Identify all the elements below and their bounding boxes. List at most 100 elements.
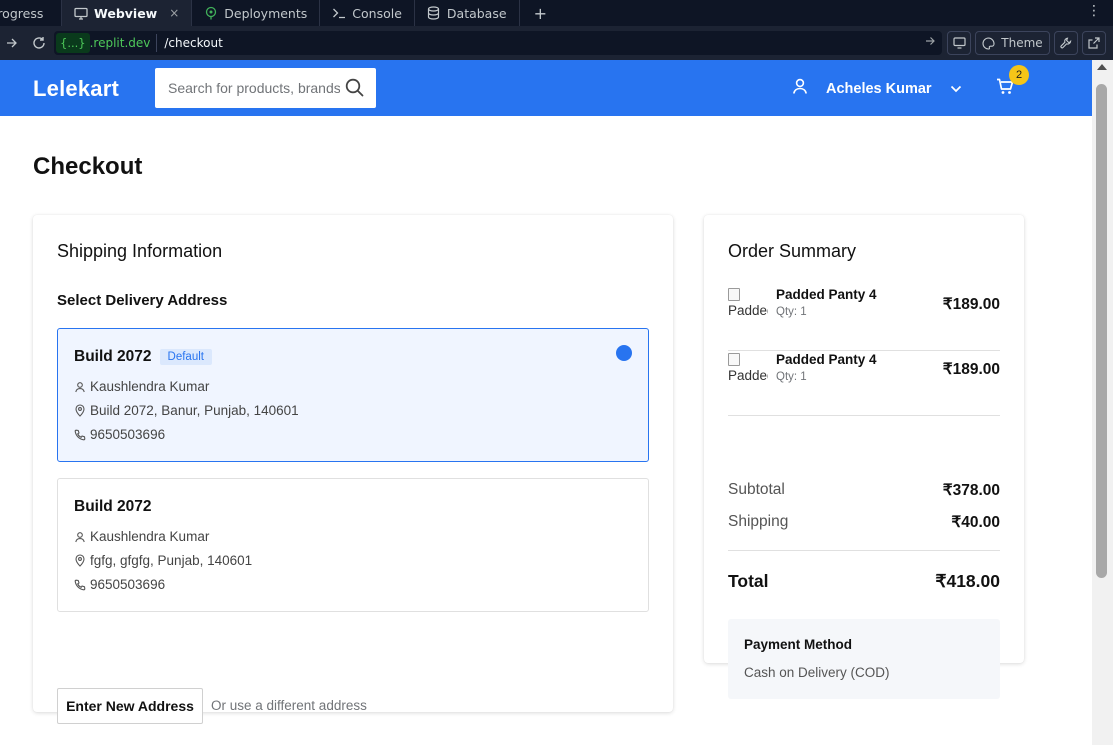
user-icon xyxy=(75,381,85,392)
product-name: Padded Panty 4 xyxy=(776,352,877,367)
more-options-icon[interactable]: ⋮ xyxy=(1087,3,1101,19)
add-tab-button[interactable]: + xyxy=(520,0,561,26)
image-alt-text: Padded xyxy=(728,368,768,383)
image-alt-text: Padded xyxy=(728,303,768,318)
terminal-icon xyxy=(332,6,346,20)
product-qty: Qty: 1 xyxy=(776,371,807,383)
url-domain: .replit.dev xyxy=(89,36,151,50)
map-pin-icon xyxy=(75,404,85,417)
theme-label: Theme xyxy=(1001,36,1043,50)
phone-number: 9650503696 xyxy=(90,427,166,442)
scroll-thumb[interactable] xyxy=(1096,84,1107,578)
palette-icon xyxy=(982,36,995,50)
address-text: fgfg, gfgfg, Punjab, 140601 xyxy=(90,553,253,568)
total-label: Total xyxy=(728,571,769,591)
search-input[interactable] xyxy=(168,69,340,107)
shipping-label: Shipping xyxy=(728,513,789,530)
shipping-card: Shipping Information Select Delivery Add… xyxy=(33,215,673,724)
phone-number: 9650503696 xyxy=(90,577,166,592)
webview: Lelekart Acheles Kumar 2 Checkout Shippi… xyxy=(0,60,1092,745)
cart-count-badge: 2 xyxy=(1009,65,1029,85)
user-menu[interactable]: Acheles Kumar xyxy=(792,78,962,99)
go-arrow-icon[interactable] xyxy=(925,35,936,49)
tab-label: Deployments xyxy=(224,5,308,21)
address-row: Build 2072, Banur, Punjab, 140601 xyxy=(74,403,299,418)
new-address-hint: Or use a different address xyxy=(211,698,367,713)
selected-radio[interactable] xyxy=(616,345,632,361)
recipient-row: Kaushlendra Kumar xyxy=(74,379,209,394)
order-item: Padded Padded Panty 4 Qty: 1 ₹189.00 xyxy=(728,352,1000,416)
ide-tab-bar: Progress Webview × Deployments Console D… xyxy=(0,0,1113,26)
tab-database[interactable]: Database xyxy=(415,0,520,26)
delivery-address-heading: Select Delivery Address xyxy=(57,292,228,309)
map-pin-icon xyxy=(75,554,85,567)
search-icon[interactable] xyxy=(345,78,364,101)
payment-method-box: Payment Method Cash on Delivery (COD) xyxy=(728,619,1000,699)
tab-progress[interactable]: Progress xyxy=(0,0,62,26)
recipient-name: Kaushlendra Kumar xyxy=(90,529,210,544)
phone-icon xyxy=(74,429,86,440)
tab-console[interactable]: Console xyxy=(320,0,415,26)
scroll-up-arrow-icon[interactable] xyxy=(1097,64,1107,70)
shipping-heading: Shipping Information xyxy=(57,241,223,261)
order-summary-heading: Order Summary xyxy=(728,241,857,261)
recipient-name: Kaushlendra Kumar xyxy=(90,379,210,394)
user-name: Acheles Kumar xyxy=(826,80,932,97)
url-path: /checkout xyxy=(164,36,223,50)
reload-icon[interactable] xyxy=(27,31,51,55)
theme-button[interactable]: Theme xyxy=(975,31,1050,55)
enter-new-address-button[interactable]: Enter New Address xyxy=(57,688,203,724)
deployments-icon xyxy=(204,6,218,20)
product-image: Padded xyxy=(728,287,768,323)
divider xyxy=(728,550,1000,551)
tab-label: Progress xyxy=(0,5,44,21)
tab-label: Console xyxy=(352,5,402,21)
phone-icon xyxy=(74,579,86,590)
monitor-icon xyxy=(74,6,88,20)
payment-method-label: Payment Method xyxy=(744,637,853,652)
tab-webview[interactable]: Webview × xyxy=(62,0,193,26)
total-value: ₹418.00 xyxy=(935,571,1000,591)
order-summary-card: Order Summary Padded Padded Panty 4 Qty:… xyxy=(704,215,1024,699)
phone-row: 9650503696 xyxy=(74,577,165,592)
ide-url-bar: {...} .replit.dev /checkout Theme xyxy=(0,26,1113,60)
address-row: fgfg, gfgfg, Punjab, 140601 xyxy=(74,553,252,568)
user-icon xyxy=(75,531,85,542)
close-icon[interactable]: × xyxy=(169,6,179,20)
page-title: Checkout xyxy=(33,153,143,180)
device-preview-button[interactable] xyxy=(947,31,971,55)
site-logo[interactable]: Lelekart xyxy=(33,76,119,102)
address-title-text: Build 2072 xyxy=(74,498,152,515)
shipping-value: ₹40.00 xyxy=(951,514,1000,531)
devtools-wrench-button[interactable] xyxy=(1054,31,1078,55)
shipping-row: Shipping ₹40.00 xyxy=(728,513,1000,532)
product-image: Padded xyxy=(728,352,768,388)
product-name: Padded Panty 4 xyxy=(776,287,877,302)
subtotal-value: ₹378.00 xyxy=(942,482,1000,499)
address-option-2[interactable]: Build 2072 Kaushlendra Kumar fgfg, gfgfg… xyxy=(57,478,649,612)
product-qty: Qty: 1 xyxy=(776,306,807,318)
tab-deployments[interactable]: Deployments xyxy=(192,0,321,26)
open-external-button[interactable] xyxy=(1082,31,1106,55)
chevron-down-icon xyxy=(950,81,962,97)
subtotal-label: Subtotal xyxy=(728,481,785,498)
page-scrollbar[interactable] xyxy=(1092,60,1113,745)
order-item: Padded Padded Panty 4 Qty: 1 ₹189.00 xyxy=(728,287,1000,351)
address-text: Build 2072, Banur, Punjab, 140601 xyxy=(90,403,299,418)
address-option-1[interactable]: Build 2072 Default Kaushlendra Kumar Bui… xyxy=(57,328,649,462)
search-bar xyxy=(155,68,376,108)
broken-image-icon xyxy=(728,288,740,301)
tab-label: Database xyxy=(446,5,507,21)
forward-icon[interactable] xyxy=(0,31,24,55)
recipient-row: Kaushlendra Kumar xyxy=(74,529,209,544)
address-title: Build 2072 xyxy=(74,498,152,516)
broken-image-icon xyxy=(728,353,740,366)
site-header: Lelekart Acheles Kumar 2 xyxy=(0,60,1092,116)
product-price: ₹189.00 xyxy=(942,296,1000,313)
domain-chip: {...} xyxy=(56,33,90,53)
payment-method-value: Cash on Delivery (COD) xyxy=(744,665,890,680)
total-row: Total ₹418.00 xyxy=(728,571,1000,592)
user-icon xyxy=(792,78,808,99)
product-price: ₹189.00 xyxy=(942,361,1000,378)
url-field[interactable]: {...} .replit.dev /checkout xyxy=(54,31,942,55)
